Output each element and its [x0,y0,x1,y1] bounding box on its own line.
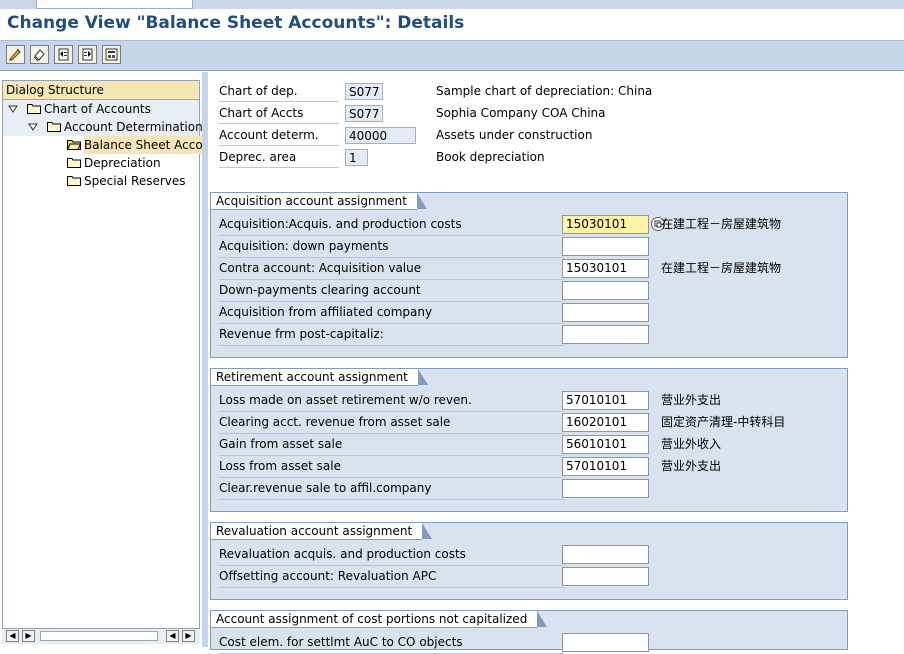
group-title: Retirement account assignment [211,369,428,386]
scroll-right-end-icon[interactable]: ▶ [182,630,195,642]
cost-portions-group: Account assignment of cost portions not … [210,610,848,654]
cost-elem-settlmt-input[interactable] [562,633,649,652]
down-payments-clearing-label: Down-payments clearing account [219,280,564,302]
chart-of-accts-label: Chart of Accts [219,104,339,124]
tree-node-special-reserves[interactable]: Special Reserves [3,172,199,190]
tree-node-account-determination[interactable]: Account Determination [3,118,203,136]
retirement-account-group: Retirement account assignment Loss made … [210,368,848,512]
next-entry-icon[interactable] [78,45,97,64]
clearing-revenue-input[interactable]: 16020101 [562,413,649,432]
tree-node-chart-of-accounts[interactable]: Chart of Accounts [3,100,199,118]
edit-icon[interactable] [6,45,25,64]
tree-node-label: Balance Sheet Accou [84,136,215,154]
page-title: Change View "Balance Sheet Accounts": De… [7,13,465,33]
folder-icon [67,158,81,168]
dialog-structure-header: Dialog Structure [3,81,199,100]
loss-retirement-input[interactable]: 57010101 [562,391,649,410]
revenue-post-cap-input[interactable] [562,325,649,344]
contra-acq-value-input[interactable]: 15030101 [562,259,649,278]
deprec-area-label: Deprec. area [219,148,339,168]
loss-asset-sale-desc: 营业外支出 [661,459,722,473]
gain-asset-sale-desc: 营业外收入 [661,437,722,451]
command-field[interactable] [36,0,193,9]
chart-of-dep-label: Chart of dep. [219,82,339,102]
dialog-structure-tree: Dialog Structure Chart of Accounts Accou… [2,80,215,629]
chart-of-dep-field: S077 [345,83,383,100]
loss-retirement-label: Loss made on asset retirement w/o reven. [219,390,564,412]
tree-node-label: Depreciation [84,156,161,170]
scroll-right-icon[interactable]: ◀ [166,630,179,642]
account-determ-label: Account determ. [219,126,339,146]
tree-node-depreciation[interactable]: Depreciation [3,154,199,172]
clearing-revenue-label: Clearing acct. revenue from asset sale [219,412,564,434]
scroll-left-icon[interactable]: ▶ [22,630,35,642]
acq-affiliated-label: Acquisition from affiliated company [219,302,564,324]
chart-of-accts-desc: Sophia Company COA China [436,106,606,120]
reval-acq-costs-label: Revaluation acquis. and production costs [219,544,564,566]
collapse-icon[interactable] [28,122,38,132]
tree-horizontal-scrollbar[interactable]: ◀ ▶ ◀ ▶ [2,629,200,644]
folder-open-icon [27,104,41,114]
variable-list-icon[interactable] [102,45,121,64]
tree-node-label: Account Determination [64,120,203,134]
acq-down-payments-label: Acquisition: down payments [219,236,564,258]
offsetting-reval-input[interactable] [562,567,649,586]
group-title: Revaluation account assignment [211,523,433,540]
clearing-revenue-desc: 固定资产清理-中转科目 [661,415,786,429]
folder-open-icon [67,140,81,150]
acq-down-payments-input[interactable] [562,237,649,256]
collapse-icon[interactable] [8,104,18,114]
account-determ-field: 40000 [345,127,416,144]
contra-acq-value-desc: 在建工程－房屋建筑物 [661,261,782,275]
acq-prod-costs-input[interactable]: 15030101 [562,215,649,234]
contra-acq-value-label: Contra account: Acquisition value [219,258,564,280]
tree-node-label: Special Reserves [84,174,186,188]
prev-entry-icon[interactable] [54,45,73,64]
acq-affiliated-input[interactable] [562,303,649,322]
deprec-area-field: 1 [345,149,368,166]
cost-elem-settlmt-label: Cost elem. for settlmt AuC to CO objects [219,632,564,654]
down-payments-clearing-input[interactable] [562,281,649,300]
tree-node-balance-sheet-accounts[interactable]: Balance Sheet Accou [3,136,215,154]
acq-prod-costs-label: Acquisition:Acquis. and production costs [219,214,564,236]
clear-revenue-affil-input[interactable] [562,479,649,498]
group-title: Acquisition account assignment [211,193,427,210]
clear-revenue-affil-label: Clear.revenue sale to affil.company [219,478,564,500]
detail-area: Chart of dep. S077 Sample chart of depre… [208,72,904,654]
reval-acq-costs-input[interactable] [562,545,649,564]
folder-icon [67,176,81,186]
tree-node-label: Chart of Accounts [44,102,151,116]
loss-asset-sale-label: Loss from asset sale [219,456,564,478]
revenue-post-cap-label: Revenue frm post-capitaliz: [219,324,564,346]
acquisition-account-group: Acquisition account assignment Acquisiti… [210,192,848,358]
scroll-thumb[interactable] [40,631,158,641]
undo-icon[interactable] [30,45,49,64]
acq-prod-costs-desc: 在建工程－房屋建筑物 [661,217,782,231]
chart-of-accts-field: S077 [345,105,383,122]
top-strip [0,0,904,9]
revaluation-account-group: Revaluation account assignment Revaluati… [210,522,848,600]
group-title: Account assignment of cost portions not … [211,611,548,628]
scroll-left-end-icon[interactable]: ◀ [6,630,19,642]
offsetting-reval-label: Offsetting account: Revaluation APC [219,566,564,588]
gain-asset-sale-input[interactable]: 56010101 [562,435,649,454]
account-determ-desc: Assets under construction [436,128,593,142]
application-toolbar [0,40,904,71]
folder-open-icon [47,122,61,132]
loss-retirement-desc: 营业外支出 [661,393,722,407]
chart-of-dep-desc: Sample chart of depreciation: China [436,84,653,98]
gain-asset-sale-label: Gain from asset sale [219,434,564,456]
deprec-area-desc: Book depreciation [436,150,545,164]
loss-asset-sale-input[interactable]: 57010101 [562,457,649,476]
